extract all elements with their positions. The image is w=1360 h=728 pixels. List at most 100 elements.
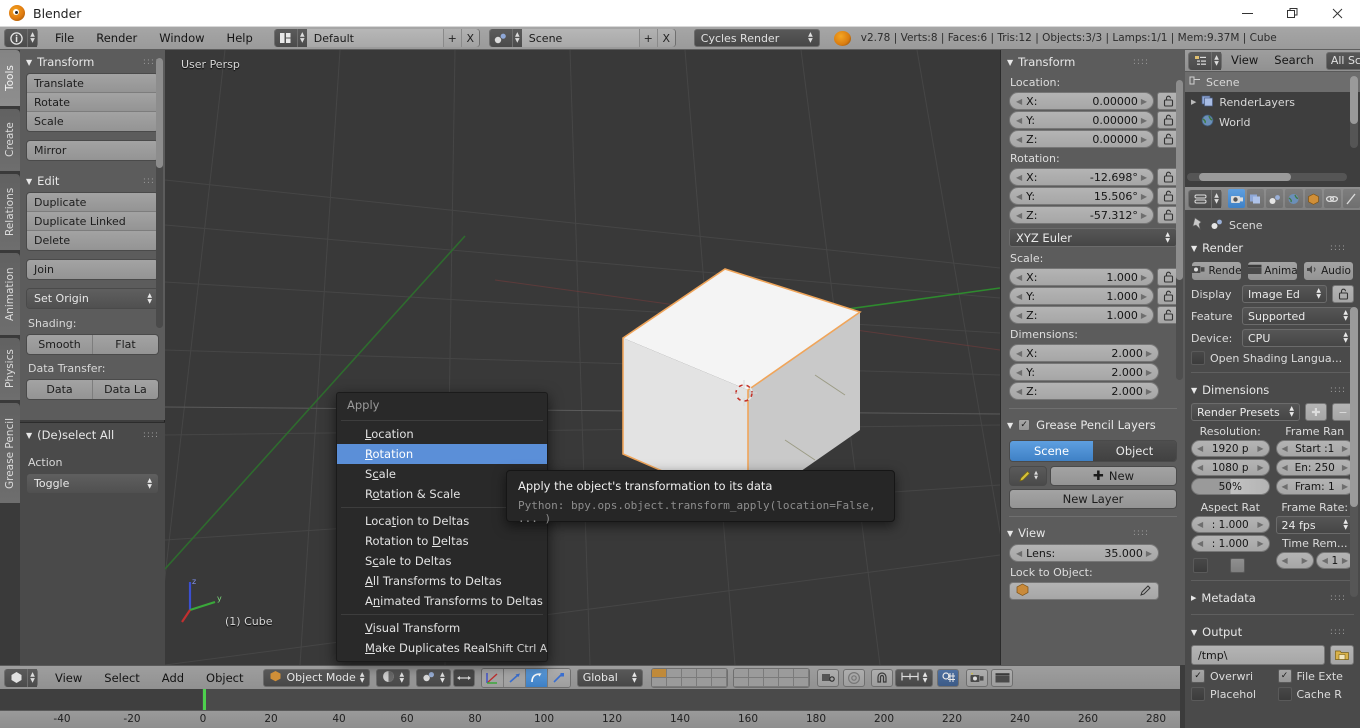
menu-item-all-transforms-to-deltas[interactable]: All Transforms to Deltas	[337, 571, 547, 591]
render-display-lock-icon[interactable]	[1332, 285, 1354, 303]
rotate-manipulator-icon[interactable]	[525, 668, 548, 687]
transform-panel-header[interactable]: ▼ Transform ::::	[20, 50, 165, 73]
dimensions-panel-header[interactable]: ▼ Dimensions ::::	[1185, 378, 1360, 401]
shelf-tab-grease-pencil[interactable]: Grease Pencil	[0, 403, 20, 503]
render-animation-button[interactable]: Anima	[1247, 261, 1298, 281]
duplicate-button[interactable]: Duplicate	[27, 193, 158, 212]
increment-arrow-icon[interactable]: ▶	[1342, 463, 1348, 472]
render-presets-dropdown[interactable]: Render Presets ▲ ▼	[1191, 403, 1300, 421]
lock-scene-to-object-icon[interactable]	[816, 668, 839, 687]
translate-button[interactable]: Translate	[27, 74, 158, 93]
gp-tab-object[interactable]: Object	[1093, 441, 1176, 461]
increment-arrow-icon[interactable]: ▶	[1257, 539, 1263, 548]
decrement-arrow-icon[interactable]: ◀	[1016, 311, 1022, 320]
menu-help[interactable]: Help	[216, 27, 264, 50]
screen-layout-name[interactable]: Default	[306, 29, 443, 47]
scene-layers-group-2[interactable]	[732, 667, 810, 688]
time-remap-new-field[interactable]: ◀ 1 ▶	[1315, 552, 1354, 569]
decrement-arrow-icon[interactable]: ◀	[1016, 116, 1022, 125]
np-scale-y-field[interactable]: ◀ Y: 1.000 ▶	[1009, 287, 1154, 305]
timeline-track[interactable]	[0, 689, 1180, 710]
crop-checkbox[interactable]	[1230, 558, 1245, 573]
decrement-arrow-icon[interactable]: ◀	[1322, 556, 1328, 565]
snap-magnet-icon[interactable]	[870, 668, 893, 687]
render-preview-icon[interactable]	[966, 668, 989, 687]
viewport-editor-spinner[interactable]: ▲ ▼	[28, 668, 37, 687]
snap-element-dropdown[interactable]: ▲ ▼	[894, 668, 934, 687]
outliner-menu-view[interactable]: View	[1224, 49, 1265, 72]
proportional-edit-icon[interactable]	[842, 668, 865, 687]
placeholders-toggle[interactable]: ✓ Placehol	[1191, 687, 1268, 701]
properties-tab-object[interactable]	[1304, 189, 1322, 208]
resolution-y-field[interactable]: ◀ 1080 p ▶	[1191, 459, 1270, 476]
menu-item-rotation[interactable]: Rotation	[337, 444, 547, 464]
properties-editor-type-selector[interactable]: ▲ ▼	[1188, 189, 1222, 208]
increment-arrow-icon[interactable]: ▶	[1342, 556, 1348, 565]
data-transfer-data-button[interactable]: Data	[27, 380, 93, 399]
decrement-arrow-icon[interactable]: ◀	[1016, 192, 1022, 201]
menu-file[interactable]: File	[44, 27, 85, 50]
decrement-arrow-icon[interactable]: ◀	[1016, 173, 1022, 182]
minimize-icon[interactable]	[1225, 0, 1270, 27]
decrement-arrow-icon[interactable]: ◀	[1016, 368, 1022, 377]
np-view-header[interactable]: ▼ View ::::	[1001, 521, 1185, 544]
np-dimensions-y-field[interactable]: ◀ Y: 2.000 ▶	[1009, 363, 1159, 381]
delete-screen-layout-button[interactable]: X	[460, 29, 479, 47]
outliner-type-spinner[interactable]: ▲ ▼	[1212, 51, 1221, 70]
menu-item-animated-transforms-to-deltas[interactable]: Animated Transforms to Deltas	[337, 591, 547, 611]
menu-item-make-duplicates-real[interactable]: Make Duplicates Real Shift Ctrl A	[337, 638, 547, 658]
decrement-arrow-icon[interactable]: ◀	[1016, 273, 1022, 282]
add-render-preset-button[interactable]: ✚	[1305, 403, 1327, 421]
editor-type-spinner[interactable]: ▲ ▼	[28, 29, 37, 47]
menu-item-visual-transform[interactable]: Visual Transform	[337, 618, 547, 638]
increment-arrow-icon[interactable]: ▶	[1146, 549, 1152, 558]
decrement-arrow-icon[interactable]: ◀	[1282, 444, 1288, 453]
outliner-v-scrollbar[interactable]	[1350, 76, 1358, 148]
pivot-point-dropdown[interactable]: ▲ ▼	[416, 668, 451, 687]
increment-arrow-icon[interactable]: ▶	[1146, 368, 1152, 377]
increment-arrow-icon[interactable]: ▶	[1257, 444, 1263, 453]
np-scale-z-field[interactable]: ◀ Z: 1.000 ▶	[1009, 306, 1154, 324]
increment-arrow-icon[interactable]: ▶	[1141, 173, 1147, 182]
render-engine-selector[interactable]: Cycles Render ▲ ▼	[693, 29, 820, 47]
render-feature-dropdown[interactable]: Supported ▲ ▼	[1242, 307, 1354, 325]
gp-new-layer-button[interactable]: New Layer	[1009, 489, 1177, 509]
np-rotation-mode-dropdown[interactable]: XYZ Euler ▲ ▼	[1009, 228, 1177, 247]
open-file-browser-icon[interactable]	[1330, 645, 1354, 665]
viewport-menu-select[interactable]: Select	[93, 671, 150, 685]
increment-arrow-icon[interactable]: ▶	[1257, 520, 1263, 529]
frame-end-field[interactable]: ◀ En: 250 ▶	[1275, 459, 1354, 476]
viewport-shading-dropdown[interactable]: ▲ ▼	[376, 668, 411, 687]
apply-context-menu[interactable]: Apply Location Rotation Scale Rotation &…	[336, 392, 548, 662]
render-display-dropdown[interactable]: Image Ed ▲ ▼	[1242, 285, 1327, 303]
close-icon[interactable]	[1315, 0, 1360, 27]
operator-action-dropdown[interactable]: Toggle ▲ ▼	[27, 474, 158, 493]
render-audio-button[interactable]: Audio	[1303, 261, 1354, 281]
timeline-editor[interactable]: -40 -20 0 20 40 60 80 100 120 140 160 18…	[0, 689, 1180, 728]
decrement-arrow-icon[interactable]: ◀	[1016, 292, 1022, 301]
timeline-playhead[interactable]	[203, 689, 206, 710]
viewport-menu-add[interactable]: Add	[151, 671, 195, 685]
pin-icon[interactable]	[1191, 217, 1205, 234]
decrement-arrow-icon[interactable]: ◀	[1016, 211, 1022, 220]
increment-arrow-icon[interactable]: ▶	[1141, 192, 1147, 201]
decrement-arrow-icon[interactable]: ◀	[1197, 463, 1203, 472]
viewport-menu-object[interactable]: Object	[195, 671, 254, 685]
shading-smooth-button[interactable]: Smooth	[27, 335, 93, 354]
decrement-arrow-icon[interactable]: ◀	[1282, 556, 1288, 565]
np-rotation-z-field[interactable]: ◀ Z: -57.312° ▶	[1009, 206, 1154, 224]
shelf-tab-physics[interactable]: Physics	[0, 338, 20, 400]
properties-tab-modifiers[interactable]	[1342, 189, 1360, 208]
properties-tab-scene[interactable]	[1266, 189, 1284, 208]
overwrite-checkbox[interactable]: ✓	[1191, 669, 1205, 683]
outliner-display-mode[interactable]: All Sc	[1325, 51, 1360, 70]
interaction-mode-dropdown[interactable]: Object Mode ▲ ▼	[262, 668, 371, 687]
placeholders-checkbox[interactable]: ✓	[1191, 687, 1205, 701]
resolution-x-field[interactable]: ◀ 1920 p ▶	[1191, 440, 1270, 457]
decrement-arrow-icon[interactable]: ◀	[1197, 539, 1203, 548]
viewport-menu-view[interactable]: View	[44, 671, 93, 685]
cache-result-toggle[interactable]: ✓ Cache R	[1277, 687, 1355, 701]
manipulator-toggle-icon[interactable]	[452, 668, 475, 687]
maximize-icon[interactable]	[1270, 0, 1315, 27]
scale-button[interactable]: Scale	[27, 112, 158, 131]
